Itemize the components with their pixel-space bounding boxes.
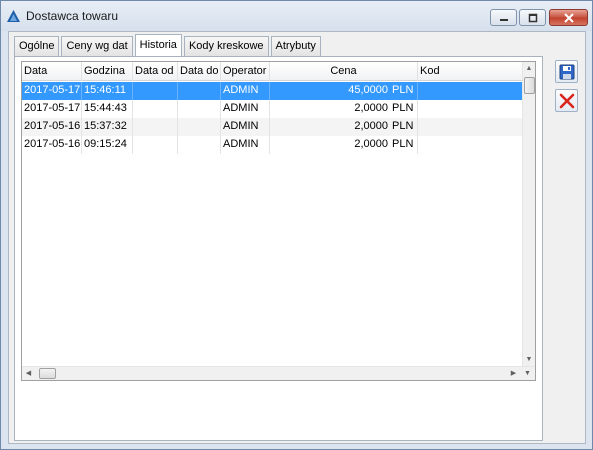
tab-panel-historia: Data Godzina Data od Data do Operator Ce…	[14, 56, 543, 441]
scroll-up-icon[interactable]: ▲	[523, 62, 535, 76]
minimize-icon	[499, 18, 508, 21]
cell-godzina: 09:15:24	[82, 136, 133, 154]
window-client-area: Ogólne Ceny wg dat Historia Kody kreskow…	[8, 31, 586, 444]
cell-cena: 2,0000	[354, 138, 388, 150]
tab-ceny-wg-dat[interactable]: Ceny wg dat	[61, 36, 133, 56]
close-button[interactable]	[549, 9, 588, 26]
cell-data-od	[133, 118, 178, 136]
close-icon	[563, 12, 574, 23]
minimize-button[interactable]	[490, 9, 517, 26]
cell-kod	[418, 136, 524, 154]
cell-godzina: 15:44:43	[82, 100, 133, 118]
grid-header: Data Godzina Data od Data do Operator Ce…	[22, 62, 535, 81]
scroll-right-icon[interactable]: ▶	[507, 367, 520, 380]
cell-cena: 2,0000	[354, 120, 388, 132]
cell-data-do	[178, 82, 221, 100]
maximize-button[interactable]	[519, 9, 546, 26]
horizontal-scrollbar[interactable]: ◀ ▶ ▼	[22, 366, 535, 380]
cell-data: 2017-05-17	[22, 100, 82, 118]
scroll-down-icon[interactable]: ▼	[523, 353, 535, 367]
main-window: Dostawca towaru Ogólne Ceny wg dat Histo…	[0, 0, 593, 450]
cell-waluta: PLN	[390, 118, 418, 136]
cell-data-od	[133, 100, 178, 118]
tab-kody-kreskowe[interactable]: Kody kreskowe	[183, 36, 269, 56]
cell-data: 2017-05-16	[22, 118, 82, 136]
title-bar[interactable]: Dostawca towaru	[1, 1, 592, 31]
column-header-operator[interactable]: Operator	[221, 62, 270, 81]
cell-kod	[418, 100, 524, 118]
vertical-scroll-thumb[interactable]	[524, 77, 535, 94]
cell-data-od	[133, 136, 178, 154]
column-header-data-do[interactable]: Data do	[178, 62, 221, 81]
history-grid[interactable]: Data Godzina Data od Data do Operator Ce…	[21, 61, 536, 381]
cell-cena: 45,0000	[348, 84, 388, 96]
delete-button[interactable]	[555, 89, 578, 112]
tab-atrybuty[interactable]: Atrybuty	[270, 36, 321, 56]
cell-waluta: PLN	[390, 100, 418, 118]
cell-kod	[418, 82, 524, 100]
column-header-godzina[interactable]: Godzina	[82, 62, 133, 81]
tab-strip: Ogólne Ceny wg dat Historia Kody kreskow…	[14, 34, 323, 56]
table-row[interactable]: 2017-05-17 15:44:43 ADMIN 2,0000 PLN	[22, 100, 524, 118]
maximize-icon	[528, 13, 537, 22]
cell-operator: ADMIN	[221, 136, 270, 154]
scroll-down-icon[interactable]: ▼	[521, 367, 534, 380]
cell-data-od	[133, 82, 178, 100]
cell-waluta: PLN	[390, 136, 418, 154]
column-header-kod[interactable]: Kod	[418, 62, 524, 81]
cell-data-do	[178, 118, 221, 136]
delete-icon	[559, 93, 574, 108]
cell-data-do	[178, 100, 221, 118]
tab-ogolne[interactable]: Ogólne	[14, 36, 60, 56]
cell-data: 2017-05-16	[22, 136, 82, 154]
table-row[interactable]: 2017-05-17 15:46:11 ADMIN 45,0000 PLN	[22, 82, 524, 100]
cell-godzina: 15:46:11	[82, 82, 133, 100]
window-title: Dostawca towaru	[26, 9, 119, 23]
column-header-data[interactable]: Data	[22, 62, 82, 81]
table-row[interactable]: 2017-05-16 15:37:32 ADMIN 2,0000 PLN	[22, 118, 524, 136]
horizontal-scroll-thumb[interactable]	[39, 368, 56, 379]
cell-operator: ADMIN	[221, 82, 270, 100]
scroll-left-icon[interactable]: ◀	[22, 367, 35, 380]
app-logo-icon	[7, 10, 20, 22]
cell-operator: ADMIN	[221, 118, 270, 136]
column-header-cena[interactable]: Cena	[270, 62, 418, 81]
cell-cena: 2,0000	[354, 102, 388, 114]
cell-operator: ADMIN	[221, 100, 270, 118]
cell-godzina: 15:37:32	[82, 118, 133, 136]
cell-data-do	[178, 136, 221, 154]
save-button[interactable]	[555, 60, 578, 83]
table-row[interactable]: 2017-05-16 09:15:24 ADMIN 2,0000 PLN	[22, 136, 524, 154]
cell-kod	[418, 118, 524, 136]
save-icon	[559, 64, 574, 79]
tab-historia[interactable]: Historia	[134, 34, 182, 56]
vertical-scrollbar[interactable]: ▲ ▼	[522, 62, 535, 367]
column-header-data-od[interactable]: Data od	[133, 62, 178, 81]
cell-waluta: PLN	[390, 82, 418, 100]
cell-data: 2017-05-17	[22, 82, 82, 100]
